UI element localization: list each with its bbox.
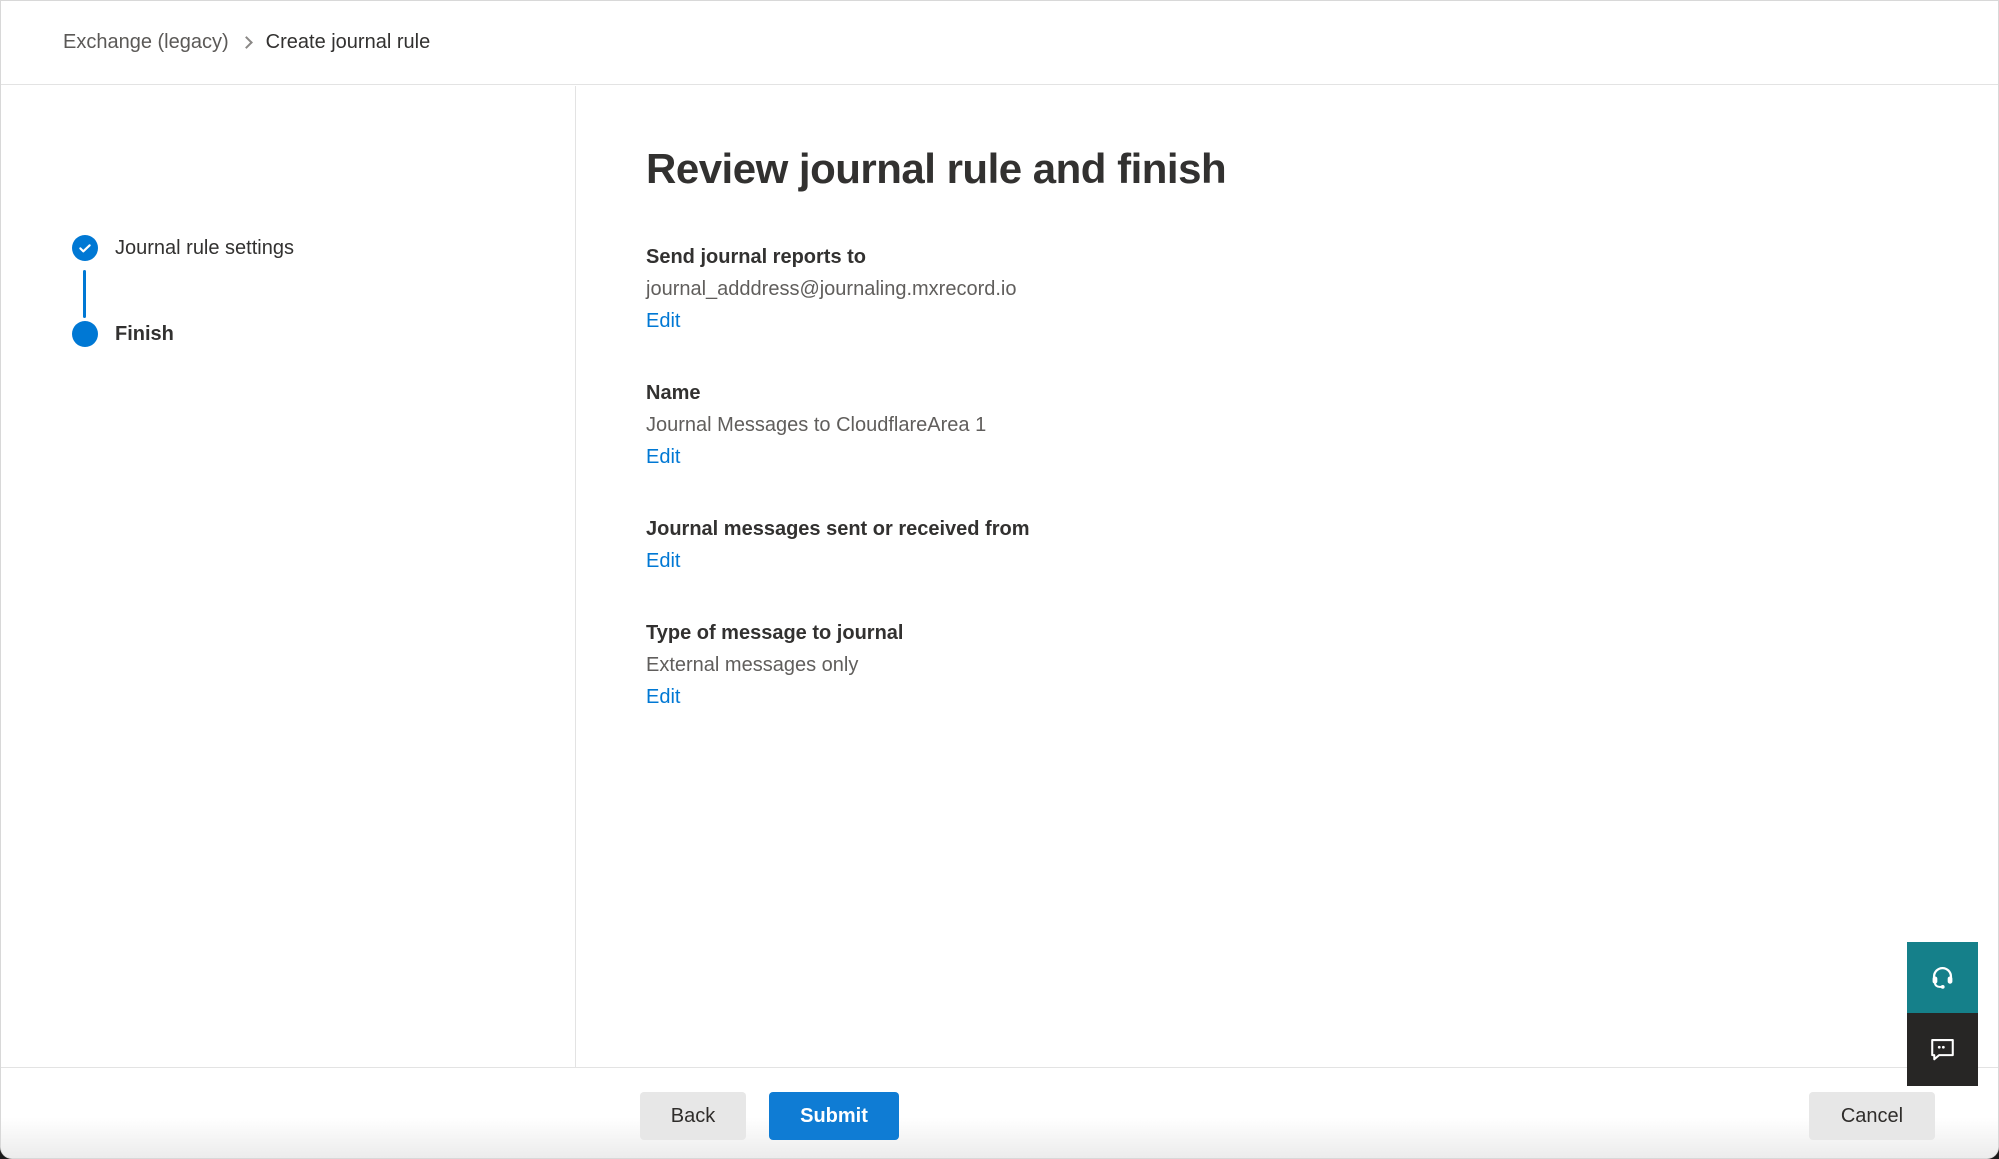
edit-message-type-link[interactable]: Edit — [646, 681, 680, 713]
section-type-of-message: Type of message to journal External mess… — [646, 617, 1546, 713]
header-bar: Exchange (legacy) Create journal rule — [1, 1, 1998, 85]
section-label: Journal messages sent or received from — [646, 513, 1546, 545]
step-label: Finish — [115, 323, 174, 346]
step-journal-rule-settings[interactable]: Journal rule settings — [72, 235, 294, 261]
chevron-right-icon — [240, 36, 253, 49]
wizard-steps-panel: Journal rule settings Finish — [1, 86, 576, 1069]
submit-button[interactable]: Submit — [769, 1092, 899, 1140]
step-connector-line — [83, 270, 86, 318]
section-name: Name Journal Messages to CloudflareArea … — [646, 377, 1546, 473]
back-button[interactable]: Back — [640, 1092, 746, 1140]
section-value: Journal Messages to CloudflareArea 1 — [646, 409, 1546, 441]
step-finish[interactable]: Finish — [72, 321, 174, 347]
section-value: journal_adddress@journaling.mxrecord.io — [646, 273, 1546, 305]
section-journal-messages-sent-or-received: Journal messages sent or received from E… — [646, 513, 1546, 577]
section-label: Type of message to journal — [646, 617, 1546, 649]
edit-send-journal-reports-link[interactable]: Edit — [646, 305, 680, 337]
step-current-dot-icon — [72, 321, 98, 347]
edit-scope-link[interactable]: Edit — [646, 545, 680, 577]
create-journal-rule-window: Exchange (legacy) Create journal rule Jo… — [0, 0, 1999, 1159]
footer-action-bar: Back Submit Cancel — [1, 1067, 1998, 1158]
review-sections: Send journal reports to journal_adddress… — [646, 241, 1546, 753]
breadcrumb-exchange-legacy[interactable]: Exchange (legacy) — [63, 31, 229, 54]
section-value: External messages only — [646, 649, 1546, 681]
breadcrumb-current-page: Create journal rule — [266, 31, 431, 54]
support-button[interactable] — [1907, 942, 1978, 1013]
chat-bubble-icon — [1928, 1034, 1957, 1066]
headset-icon — [1929, 963, 1956, 993]
section-send-journal-reports-to: Send journal reports to journal_adddress… — [646, 241, 1546, 337]
section-label: Send journal reports to — [646, 241, 1546, 273]
edit-name-link[interactable]: Edit — [646, 441, 680, 473]
section-label: Name — [646, 377, 1546, 409]
step-completed-check-icon — [72, 235, 98, 261]
cancel-button[interactable]: Cancel — [1809, 1092, 1935, 1140]
step-label: Journal rule settings — [115, 237, 294, 260]
breadcrumb: Exchange (legacy) Create journal rule — [63, 31, 430, 54]
page-title: Review journal rule and finish — [646, 141, 1226, 197]
feedback-button[interactable] — [1907, 1013, 1978, 1086]
